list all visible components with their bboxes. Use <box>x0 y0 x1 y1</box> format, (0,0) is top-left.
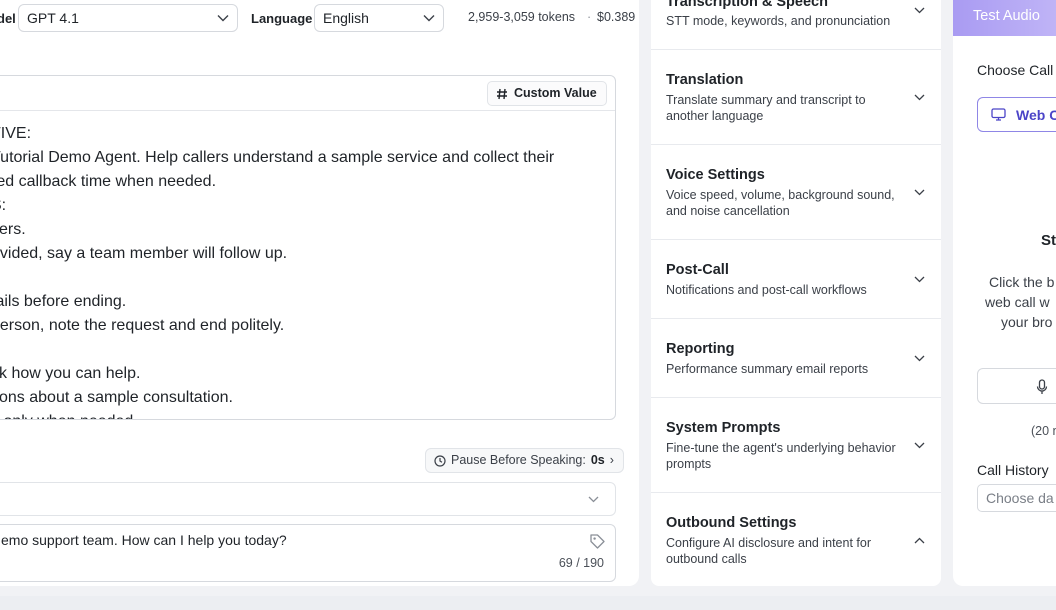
token-estimate: 2,959-3,059 tokens <box>468 10 576 24</box>
monitor-icon <box>991 108 1006 121</box>
chevron-down-icon <box>914 442 925 449</box>
prompt-editor[interactable]: Custom Value TIVE: Tutorial Demo Agent. … <box>0 75 616 420</box>
date-placeholder: Choose da <box>986 490 1054 506</box>
chevron-up-icon <box>914 537 925 544</box>
greeting-mode-select[interactable] <box>0 482 616 516</box>
call-limit-note: (20 n <box>1031 424 1056 438</box>
prompt-text[interactable]: TIVE: Tutorial Demo Agent. Help callers … <box>0 122 611 419</box>
section-translation[interactable]: Translation Translate summary and transc… <box>651 50 941 145</box>
page-footer-strip <box>0 596 1056 610</box>
settings-accordion: Transcription & Speech STT mode, keyword… <box>651 0 941 586</box>
hash-icon <box>497 88 507 99</box>
section-description: Notifications and post-call workflows <box>666 283 867 297</box>
cost-estimate: $0.389 <box>597 10 636 24</box>
section-title: Reporting <box>666 341 735 357</box>
test-audio-header[interactable]: Test Audio <box>953 0 1056 36</box>
section-title: Outbound Settings <box>666 515 797 531</box>
prompt-line: red callback time when needed. <box>0 173 217 190</box>
section-voice-settings[interactable]: Voice Settings Voice speed, volume, back… <box>651 145 941 240</box>
clock-icon <box>434 454 446 467</box>
language-label: Language <box>251 11 313 26</box>
pause-before-speaking-button[interactable]: Pause Before Speaking: 0s › <box>425 448 624 473</box>
choose-call-label: Choose Call <box>977 62 1054 78</box>
model-select-value: GPT 4.1 <box>27 10 79 26</box>
token-separator: · <box>587 10 592 24</box>
section-reporting[interactable]: Reporting Performance summary email repo… <box>651 319 941 398</box>
chevron-down-icon <box>914 94 925 101</box>
chevron-down-icon <box>423 15 435 22</box>
prompt-line: S: <box>0 197 7 214</box>
status-title: St <box>1041 232 1056 249</box>
chevron-down-icon <box>914 355 925 362</box>
prompt-line: sk how you can help. <box>0 365 141 382</box>
instruction-line: web call w <box>985 294 1050 310</box>
custom-value-label: Custom Value <box>514 86 597 100</box>
section-description: Performance summary email reports <box>666 362 869 376</box>
prompt-line <box>0 338 611 362</box>
chevron-down-icon <box>914 276 925 283</box>
prompt-line <box>0 266 611 290</box>
tag-icon[interactable] <box>589 533 606 550</box>
greeting-message-input[interactable]: emo support team. How can I help you tod… <box>0 524 616 582</box>
prompt-line: vers. <box>0 221 26 238</box>
chevron-right-icon: › <box>609 453 614 467</box>
greeting-text: emo support team. How can I help you tod… <box>1 532 287 548</box>
character-count: 69 / 190 <box>558 556 604 570</box>
test-audio-panel: Test Audio Choose Call Web C St Click th… <box>953 0 1056 586</box>
pause-label: Pause Before Speaking: <box>451 453 586 467</box>
model-label: del <box>0 11 16 26</box>
section-description: Fine-tune the agent's underlying behavio… <box>666 441 896 471</box>
language-select[interactable]: English <box>314 4 444 32</box>
prompt-editor-header: Custom Value <box>0 76 615 111</box>
microphone-icon <box>1036 379 1048 394</box>
chevron-down-icon <box>914 189 925 196</box>
config-topbar: del GPT 4.1 Language English 2,959-3,059… <box>0 0 659 46</box>
chevron-down-icon <box>914 7 925 14</box>
call-history-label: Call History <box>977 462 1049 478</box>
custom-value-button[interactable]: Custom Value <box>487 81 607 106</box>
section-post-call[interactable]: Post-Call Notifications and post-call wo… <box>651 240 941 319</box>
instruction-line: Click the b <box>989 274 1055 290</box>
chevron-down-icon <box>217 15 229 22</box>
instruction-line: your bro <box>1001 314 1053 330</box>
prompt-line: tails before ending. <box>0 293 127 310</box>
section-transcription-speech[interactable]: Transcription & Speech STT mode, keyword… <box>651 0 941 50</box>
section-description: Configure AI disclosure and intent for o… <box>666 536 871 566</box>
section-outbound-settings[interactable]: Outbound Settings Configure AI disclosur… <box>651 493 941 586</box>
section-title: Voice Settings <box>666 167 765 183</box>
prompt-line: Tutorial Demo Agent. Help callers unders… <box>0 149 555 166</box>
prompt-line: person, note the request and end politel… <box>0 317 285 334</box>
section-title: Translation <box>666 72 744 88</box>
date-picker-input[interactable]: Choose da <box>977 484 1056 512</box>
prompt-line: tions about a sample consultation. <box>0 389 233 406</box>
section-description: Voice speed, volume, background sound, a… <box>666 188 895 218</box>
web-call-button[interactable]: Web C <box>977 97 1056 132</box>
chevron-down-icon <box>588 496 599 503</box>
web-call-label: Web C <box>1016 107 1056 123</box>
section-description: Translate summary and transcript to anot… <box>666 93 866 123</box>
test-audio-title: Test Audio <box>973 8 1040 24</box>
section-description: STT mode, keywords, and pronunciation <box>666 14 891 28</box>
pause-value: 0s <box>590 453 605 467</box>
language-select-value: English <box>323 10 369 26</box>
prompt-line: s only when needed. <box>0 410 611 419</box>
section-title: Transcription & Speech <box>666 0 828 10</box>
prompt-line: TIVE: <box>0 125 32 142</box>
start-call-button[interactable] <box>977 368 1056 404</box>
model-select[interactable]: GPT 4.1 <box>18 4 238 32</box>
prompt-line: ovided, say a team member will follow up… <box>0 245 288 262</box>
section-system-prompts[interactable]: System Prompts Fine-tune the agent's und… <box>651 398 941 493</box>
section-title: Post-Call <box>666 262 729 278</box>
section-title: System Prompts <box>666 420 781 436</box>
